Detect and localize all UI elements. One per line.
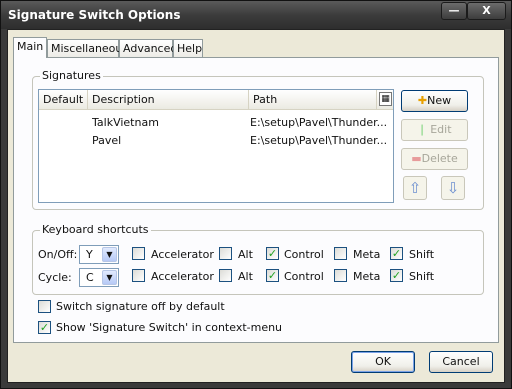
onoff-label: On/Off: — [38, 248, 78, 261]
context-menu-label[interactable]: Show 'Signature Switch' in context-menu — [56, 321, 282, 334]
cycle-shift-label: Shift — [409, 270, 435, 283]
title-bar[interactable]: Signature Switch Options — X — [1, 1, 511, 29]
cycle-shift-checkbox[interactable]: ✓ — [390, 269, 403, 282]
cycle-label: Cycle: — [38, 271, 72, 284]
switch-off-default-checkbox[interactable] — [38, 300, 51, 313]
tab-main[interactable]: Main — [13, 37, 47, 58]
cancel-button[interactable]: Cancel — [429, 351, 493, 373]
column-header-path[interactable]: Path — [249, 90, 377, 110]
cycle-alt-checkbox[interactable] — [219, 269, 232, 282]
onoff-meta-label: Meta — [353, 248, 381, 261]
edit-button-label: Edit — [430, 123, 452, 136]
onoff-meta-checkbox[interactable] — [334, 247, 347, 260]
dialog-window: Signature Switch Options — X Main Miscel… — [0, 0, 512, 389]
chevron-down-icon[interactable]: ▼ — [102, 247, 117, 262]
tab-advanced[interactable]: Advanced — [119, 39, 177, 57]
onoff-shift-label: Shift — [409, 248, 435, 261]
cycle-meta-checkbox[interactable] — [334, 269, 347, 282]
onoff-control-label: Control — [284, 248, 324, 261]
cycle-control-label: Control — [284, 270, 324, 283]
row-description-cell: TalkVietnam — [92, 116, 159, 129]
cycle-meta-label: Meta — [353, 270, 381, 283]
onoff-accelerator-label: Accelerator — [151, 248, 214, 261]
new-button-label: New — [427, 94, 452, 107]
column-picker-icon[interactable]: ▦ — [379, 92, 392, 106]
row-path-cell: E:\setup\Pavel\Thunder... — [250, 134, 388, 147]
window-title: Signature Switch Options — [8, 8, 181, 22]
dialog-client-area: Main Miscellaneous Advanced Help Signatu… — [7, 29, 505, 383]
tab-help[interactable]: Help — [173, 39, 203, 57]
new-button[interactable]: ✚New — [401, 90, 468, 112]
main-tab-page: Signatures Default Description Path ▦ Ta… — [13, 57, 499, 343]
signatures-list[interactable]: Default Description Path ▦ TalkVietnam E… — [38, 89, 394, 203]
move-up-icon[interactable]: ⇧ — [403, 176, 427, 200]
row-description-cell: Pavel — [92, 134, 122, 147]
list-item[interactable]: TalkVietnam E:\setup\Pavel\Thunder... — [39, 114, 393, 131]
onoff-key-value: Y — [86, 248, 93, 261]
cycle-accelerator-checkbox[interactable] — [132, 269, 145, 282]
cycle-alt-label: Alt — [238, 270, 253, 283]
ok-button[interactable]: OK — [351, 351, 415, 373]
cycle-key-value: C — [86, 271, 94, 284]
onoff-control-checkbox[interactable]: ✓ — [266, 247, 279, 260]
row-path-cell: E:\setup\Pavel\Thunder... — [250, 116, 388, 129]
minus-icon: ▬ — [411, 152, 422, 165]
pencil-icon: ❘ — [417, 123, 427, 136]
edit-button[interactable]: ❘ Edit — [401, 119, 468, 141]
close-button[interactable]: X — [467, 2, 506, 20]
signatures-group: Signatures Default Description Path ▦ Ta… — [32, 69, 484, 210]
keyboard-shortcuts-group: Keyboard shortcuts On/Off: Y ▼ Accelerat… — [32, 223, 484, 295]
context-menu-checkbox[interactable]: ✓ — [38, 321, 51, 334]
keyboard-shortcuts-group-label: Keyboard shortcuts — [40, 223, 151, 236]
delete-button[interactable]: ▬Delete — [401, 148, 468, 170]
delete-button-label: Delete — [421, 152, 458, 165]
onoff-alt-checkbox[interactable] — [219, 247, 232, 260]
onoff-accelerator-checkbox[interactable] — [132, 247, 145, 260]
cycle-control-checkbox[interactable]: ✓ — [266, 269, 279, 282]
column-header-default[interactable]: Default — [39, 90, 88, 110]
cycle-accelerator-label: Accelerator — [151, 270, 214, 283]
minimize-button[interactable]: — — [441, 2, 467, 20]
column-header-description[interactable]: Description — [88, 90, 249, 110]
switch-off-default-label[interactable]: Switch signature off by default — [56, 300, 225, 313]
plus-icon: ✚ — [417, 94, 428, 107]
onoff-alt-label: Alt — [238, 248, 253, 261]
tab-miscellaneous[interactable]: Miscellaneous — [47, 39, 128, 57]
signatures-group-label: Signatures — [40, 69, 103, 82]
onoff-shift-checkbox[interactable]: ✓ — [390, 247, 403, 260]
list-header: Default Description Path ▦ — [39, 90, 393, 110]
chevron-down-icon[interactable]: ▼ — [102, 270, 117, 285]
list-item[interactable]: Pavel E:\setup\Pavel\Thunder... — [39, 132, 393, 149]
move-down-icon[interactable]: ⇩ — [441, 176, 465, 200]
onoff-key-select[interactable]: Y ▼ — [79, 245, 119, 264]
cycle-key-select[interactable]: C ▼ — [79, 268, 119, 287]
